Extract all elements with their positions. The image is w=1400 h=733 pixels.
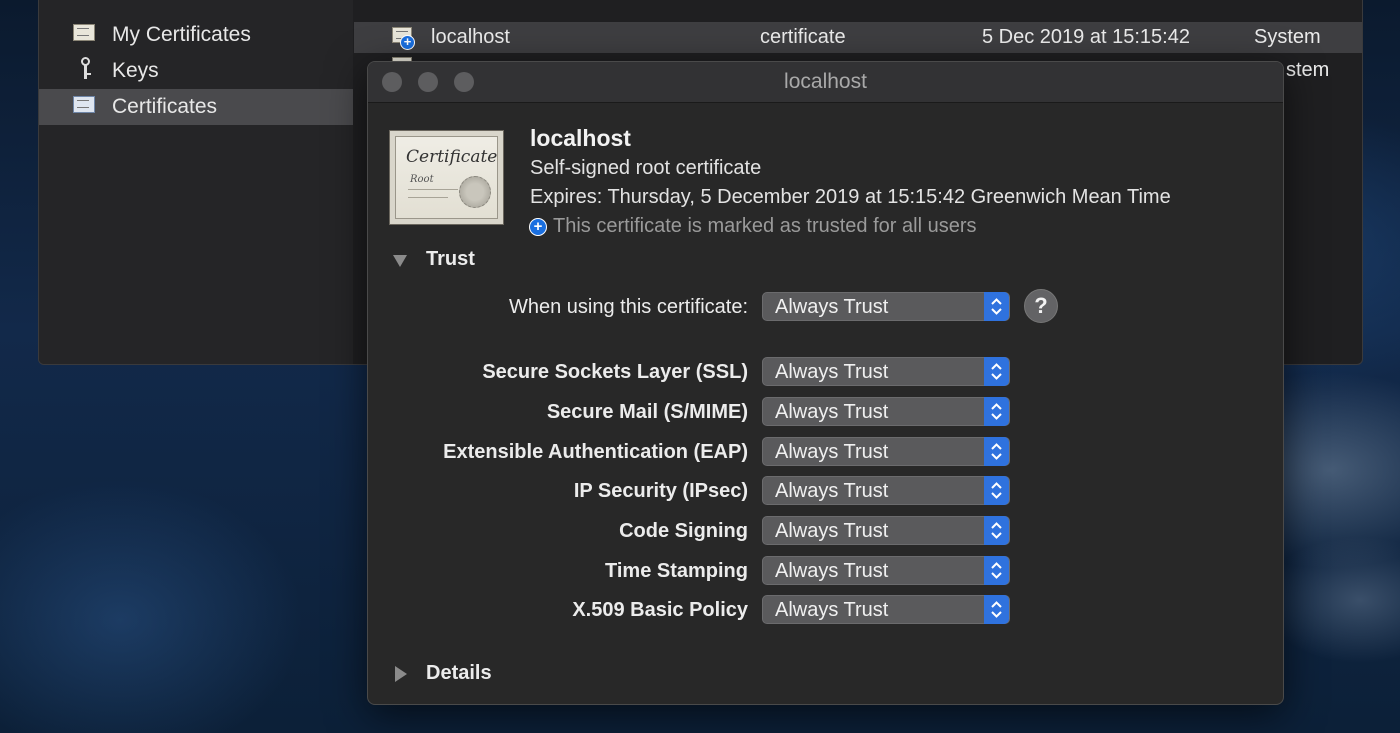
disclosure-closed-icon[interactable]: [395, 666, 407, 682]
plus-badge-icon: +: [400, 35, 415, 50]
cell-kind: certificate: [760, 26, 846, 48]
policy-label-ssl: Secure Sockets Layer (SSL): [482, 361, 748, 383]
cell-keychain: System: [1254, 26, 1321, 48]
policy-label-eap: Extensible Authentication (EAP): [443, 441, 748, 463]
certificate-window: localhost Certificate Root localhost Sel…: [367, 61, 1284, 705]
chevron-up-down-icon: [984, 476, 1009, 505]
certificate-name: localhost: [530, 125, 631, 151]
chevron-up-down-icon: [984, 437, 1009, 466]
sidebar-item-certificates[interactable]: Certificates: [39, 89, 353, 125]
policy-popup-x509[interactable]: Always Trust: [762, 595, 1010, 624]
certificate-icon: +: [392, 27, 415, 50]
policy-label-smime: Secure Mail (S/MIME): [546, 401, 748, 423]
sidebar-item-my-certificates[interactable]: My Certificates: [39, 17, 353, 53]
popup-value: Always Trust: [775, 361, 889, 383]
policy-popup-time-stamping[interactable]: Always Trust: [762, 556, 1010, 585]
policy-label-x509: X.509 Basic Policy: [572, 599, 748, 621]
when-using-label: When using this certificate:: [509, 296, 748, 318]
policy-popup-eap[interactable]: Always Trust: [762, 437, 1010, 466]
popup-value: Always Trust: [775, 480, 889, 502]
popup-value: Always Trust: [775, 296, 889, 318]
sidebar-item-label: Certificates: [112, 95, 218, 118]
popup-value: Always Trust: [775, 599, 889, 621]
disclosure-open-icon[interactable]: [393, 255, 407, 267]
policy-popup-ipsec[interactable]: Always Trust: [762, 476, 1010, 505]
chevron-up-down-icon: [984, 516, 1009, 545]
sidebar-item-keys[interactable]: Keys: [39, 53, 353, 89]
cell-keychain: stem: [1286, 59, 1330, 81]
certificate-icon: Certificate Root: [389, 130, 504, 225]
policy-popup-ssl[interactable]: Always Trust: [762, 357, 1010, 386]
chevron-up-down-icon: [984, 292, 1009, 321]
popup-value: Always Trust: [775, 560, 889, 582]
trust-section-label[interactable]: Trust: [426, 248, 475, 271]
policy-label-ipsec: IP Security (IPsec): [573, 480, 748, 502]
chevron-up-down-icon: [984, 397, 1009, 426]
policy-popup-code-signing[interactable]: Always Trust: [762, 516, 1010, 545]
certificate-expiry: Expires: Thursday, 5 December 2019 at 15…: [530, 186, 1171, 208]
popup-value: Always Trust: [775, 441, 889, 463]
seal-icon: [459, 176, 491, 208]
when-using-popup[interactable]: Always Trust: [762, 292, 1010, 321]
cert-icon-title: Certificate: [406, 147, 498, 167]
plus-badge-icon: +: [529, 218, 547, 236]
sidebar: My Certificates Keys Certificates: [39, 0, 353, 364]
policy-label-code-signing: Code Signing: [619, 520, 748, 542]
sidebar-item-label: My Certificates: [112, 23, 251, 46]
cert-icon-subtitle: Root: [410, 174, 434, 185]
trusted-note: This certificate is marked as trusted fo…: [553, 215, 977, 237]
cell-name: localhost: [431, 26, 510, 48]
certificate-icon: [73, 24, 97, 44]
popup-value: Always Trust: [775, 401, 889, 423]
certificate-icon: [73, 96, 97, 116]
help-button[interactable]: ?: [1024, 289, 1058, 323]
window-title: localhost: [784, 70, 867, 93]
chevron-up-down-icon: [984, 595, 1009, 624]
cell-expires: 5 Dec 2019 at 15:15:42: [982, 26, 1190, 48]
policy-label-time-stamping: Time Stamping: [605, 560, 748, 582]
policy-popup-smime[interactable]: Always Trust: [762, 397, 1010, 426]
details-section-label[interactable]: Details: [426, 662, 492, 685]
sidebar-item-label: Keys: [112, 59, 159, 82]
chevron-up-down-icon: [984, 556, 1009, 585]
key-icon: [74, 57, 98, 79]
popup-value: Always Trust: [775, 520, 889, 542]
title-bar[interactable]: localhost: [368, 62, 1283, 103]
chevron-up-down-icon: [984, 357, 1009, 386]
table-row[interactable]: + localhost certificate 5 Dec 2019 at 15…: [354, 22, 1362, 53]
certificate-type: Self-signed root certificate: [530, 157, 762, 179]
